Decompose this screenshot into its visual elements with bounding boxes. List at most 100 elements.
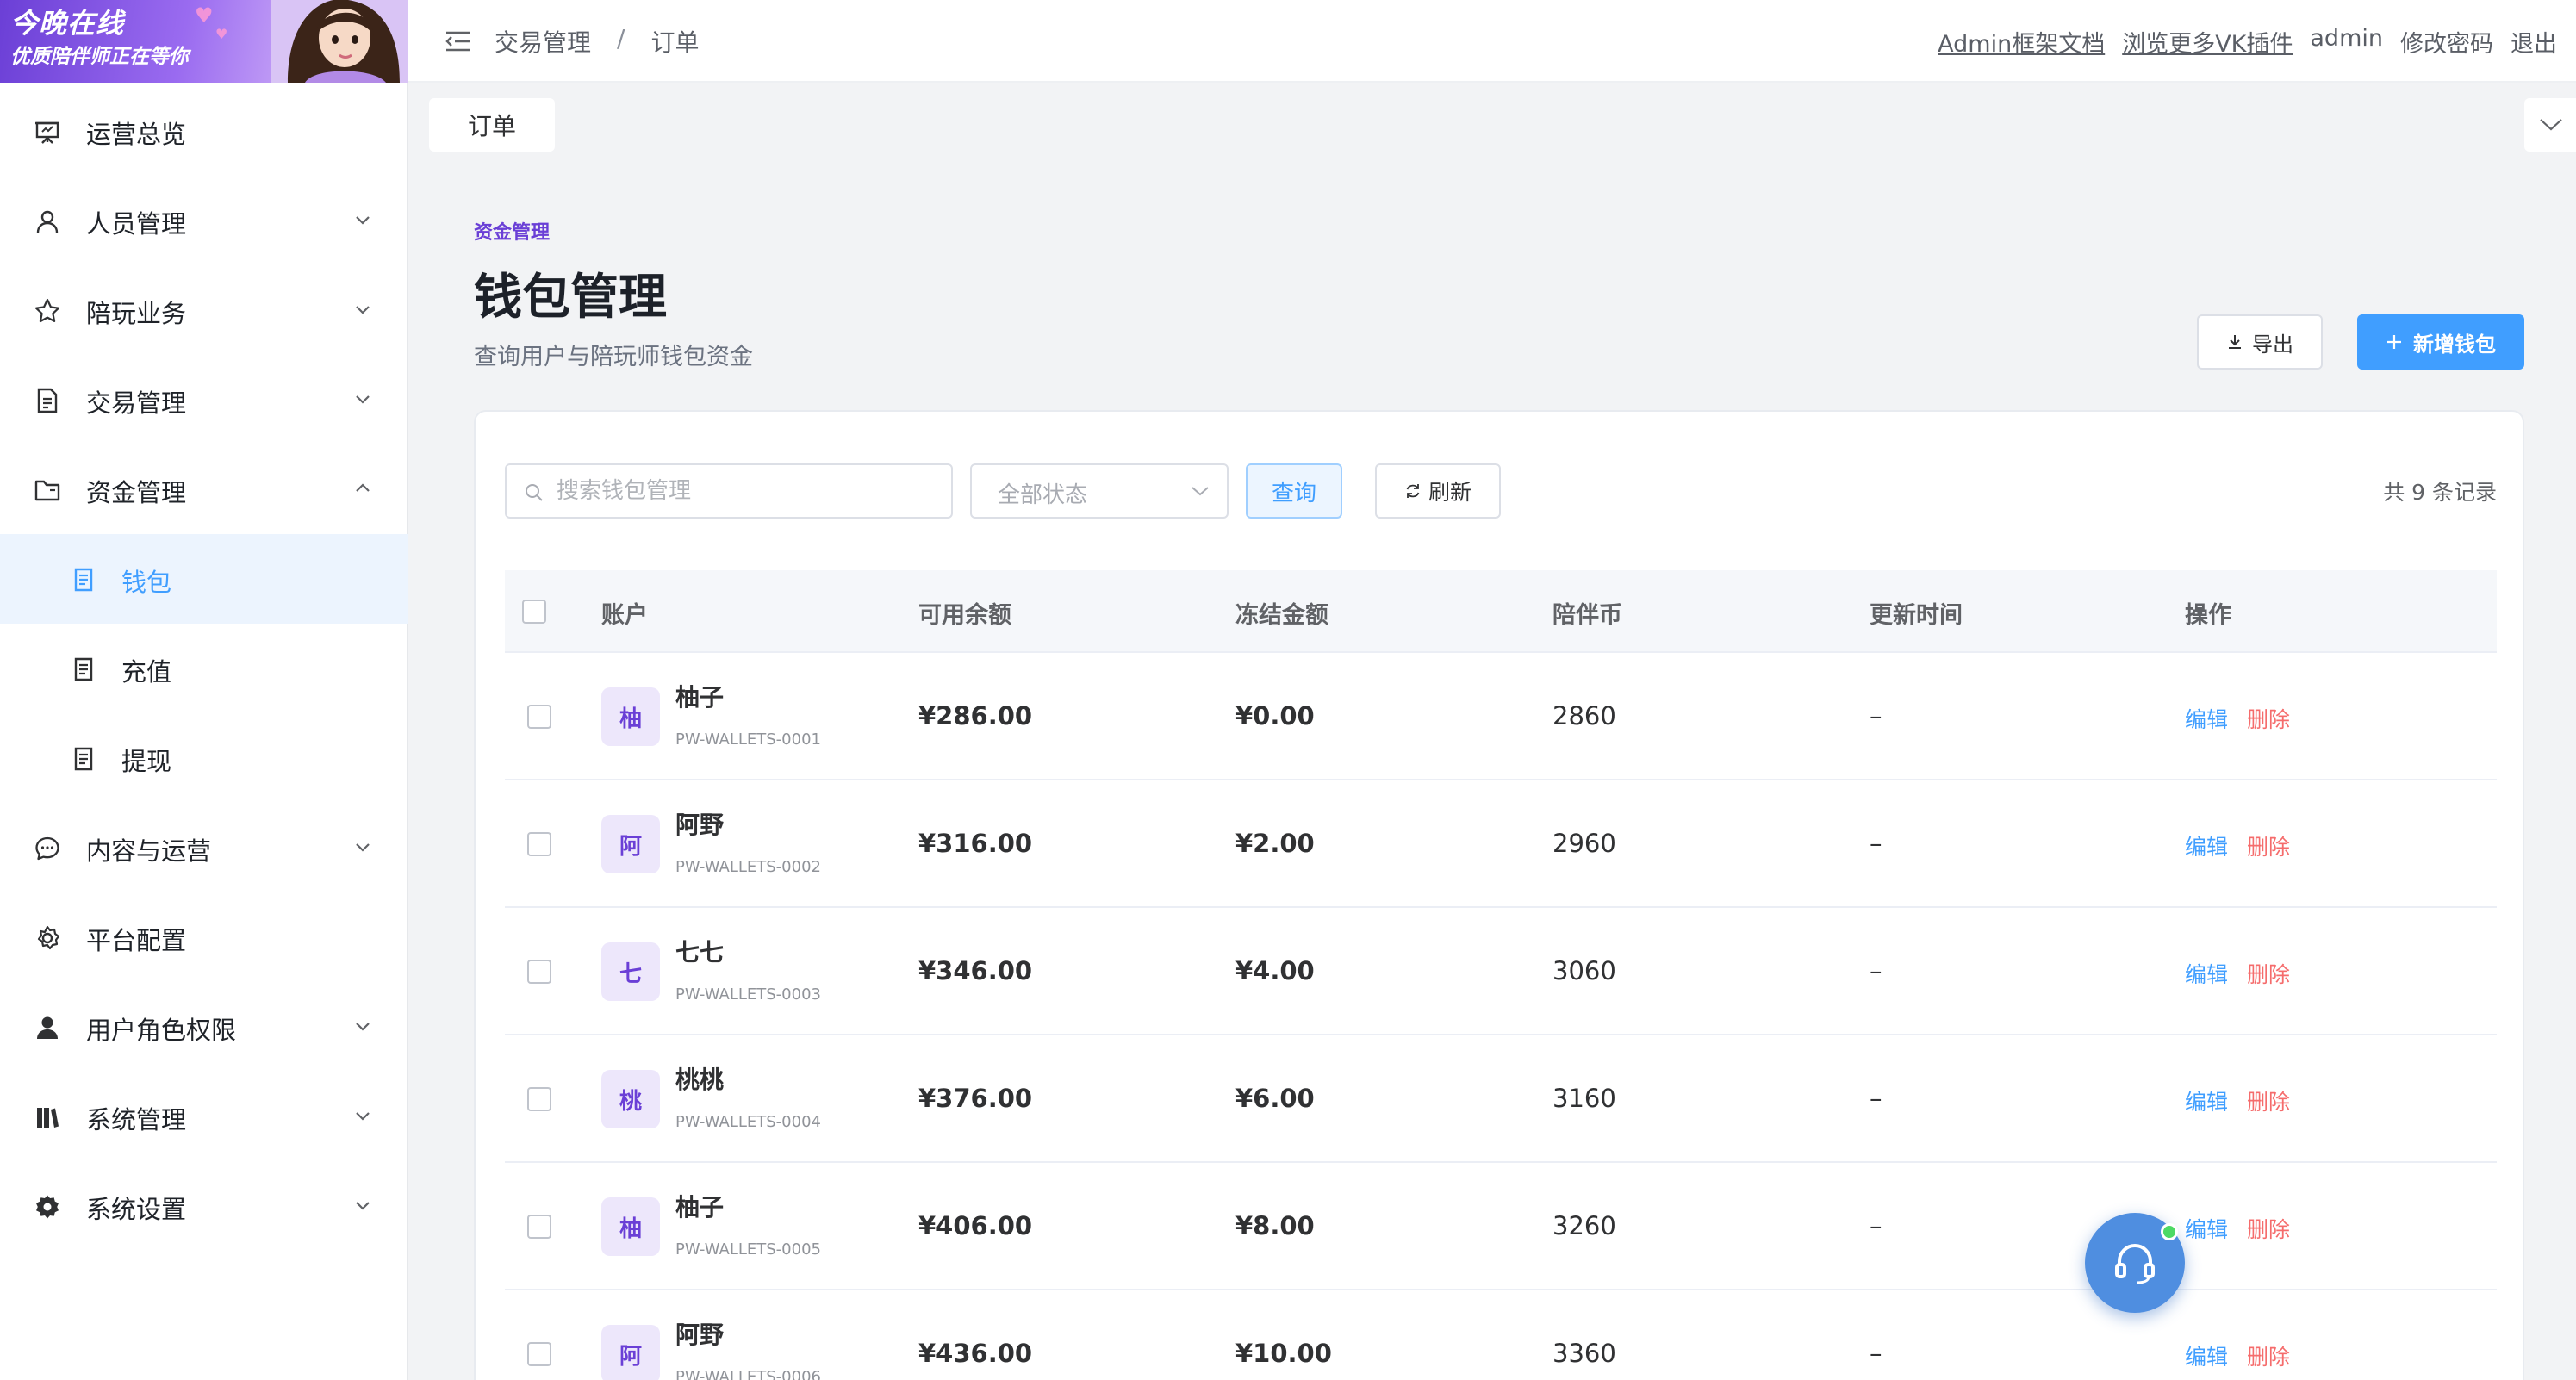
account-code: PW-WALLETS-0003 — [675, 985, 821, 1004]
add-wallet-button-label: 新增钱包 — [2413, 332, 2496, 357]
add-wallet-button[interactable]: 新增钱包 — [2357, 314, 2524, 370]
account-code: PW-WALLETS-0001 — [675, 730, 821, 749]
status-select[interactable]: 全部状态 — [970, 463, 1229, 519]
delete-button[interactable]: 删除 — [2247, 830, 2290, 861]
sidebar-item-staff[interactable]: 人员管理 — [0, 176, 408, 265]
plus-icon — [2387, 335, 2401, 349]
account-name: 柚子 — [675, 683, 725, 712]
sidebar-item-label: 人员管理 — [86, 209, 187, 239]
updated-cell: – — [1870, 1339, 1882, 1368]
export-button[interactable]: 导出 — [2197, 314, 2323, 370]
sidebar-item-trade[interactable]: 交易管理 — [0, 355, 408, 444]
refresh-button[interactable]: 刷新 — [1375, 463, 1501, 519]
wallet-table-card: 全部状态 查询 刷新 共 9 条记录 账户 可用余额 冻结金额 陪伴币 更新时间… — [474, 410, 2524, 1380]
account-name: 柚子 — [675, 1193, 725, 1221]
chevron-down-icon — [1192, 487, 1209, 496]
account-avatar: 阿 — [601, 1325, 660, 1380]
fold-menu-icon[interactable] — [443, 26, 474, 57]
docs-link[interactable]: Admin框架文档 — [1938, 25, 2105, 59]
chat-icon — [35, 836, 59, 861]
delete-button[interactable]: 删除 — [2247, 1085, 2290, 1116]
sidebar-item-label: 系统管理 — [86, 1105, 187, 1134]
row-checkbox[interactable] — [527, 1087, 551, 1111]
sidebar-item-withdraw[interactable]: 提现 — [0, 713, 408, 803]
sidebar-item-label: 充值 — [121, 657, 172, 687]
edit-button[interactable]: 编辑 — [2185, 1085, 2228, 1116]
header-links: Admin框架文档 浏览更多VK插件 admin 修改密码 退出 — [1920, 25, 2557, 59]
search-box[interactable] — [505, 463, 953, 519]
sidebar-item-content-ops[interactable]: 内容与运营 — [0, 803, 408, 892]
balance-cell: ¥376.00 — [918, 1084, 1033, 1113]
edit-button[interactable]: 编辑 — [2185, 958, 2228, 989]
delete-button[interactable]: 删除 — [2247, 1340, 2290, 1371]
query-button[interactable]: 查询 — [1246, 463, 1342, 519]
tab-bar: 订单 — [408, 83, 2576, 169]
file-icon — [74, 657, 93, 681]
status-select-value: 全部状态 — [998, 482, 1088, 508]
row-checkbox[interactable] — [527, 705, 551, 729]
sidebar-item-system-manage[interactable]: 系统管理 — [0, 1072, 408, 1161]
table-header: 账户 可用余额 冻结金额 陪伴币 更新时间 操作 — [505, 570, 2497, 653]
account-avatar: 七 — [601, 942, 660, 1001]
file-icon — [74, 747, 93, 771]
sidebar-item-system-settings[interactable]: 系统设置 — [0, 1161, 408, 1251]
document-icon — [37, 388, 58, 413]
delete-button[interactable]: 删除 — [2247, 1213, 2290, 1244]
gear-icon — [37, 925, 60, 950]
coins-cell: 2960 — [1552, 829, 1616, 858]
username-menu[interactable]: admin — [2310, 25, 2383, 59]
promo-banner[interactable]: ♥ ♥ 今晚在线 优质陪伴师正在等你 — [0, 0, 408, 83]
edit-button[interactable]: 编辑 — [2185, 703, 2228, 734]
heart-icon: ♥ — [215, 26, 228, 42]
change-password-link[interactable]: 修改密码 — [2400, 25, 2493, 59]
delete-button[interactable]: 删除 — [2247, 958, 2290, 989]
sidebar-item-user-roles[interactable]: 用户角色权限 — [0, 982, 408, 1072]
table-row: 阿阿野 PW-WALLETS-0002 ¥316.00 ¥2.00 2960 – 编辑 删除 — [505, 780, 2497, 908]
column-header-frozen[interactable]: 冻结金额 — [1235, 596, 1328, 630]
column-header-coins[interactable]: 陪伴币 — [1552, 596, 1622, 630]
sidebar-item-label: 提现 — [121, 747, 172, 776]
account-code: PW-WALLETS-0006 — [675, 1368, 821, 1380]
row-checkbox[interactable] — [527, 1215, 551, 1239]
sidebar-item-platform-config[interactable]: 平台配置 — [0, 892, 408, 982]
updated-cell: – — [1870, 829, 1882, 858]
frozen-cell: ¥0.00 — [1235, 701, 1315, 730]
edit-button[interactable]: 编辑 — [2185, 1213, 2228, 1244]
search-input[interactable] — [557, 474, 936, 508]
balance-cell: ¥436.00 — [918, 1339, 1033, 1368]
sidebar-item-funds[interactable]: 资金管理 — [0, 444, 408, 534]
select-all-checkbox[interactable] — [522, 600, 546, 624]
tab-order[interactable]: 订单 — [429, 98, 555, 152]
sidebar-item-overview[interactable]: 运营总览 — [0, 86, 408, 176]
plugins-link[interactable]: 浏览更多VK插件 — [2122, 25, 2293, 59]
updated-cell: – — [1870, 956, 1882, 985]
account-avatar: 阿 — [601, 815, 660, 873]
tabs-dropdown[interactable] — [2524, 98, 2576, 152]
chevron-down-icon — [356, 216, 370, 225]
edit-button[interactable]: 编辑 — [2185, 1340, 2228, 1371]
edit-button[interactable]: 编辑 — [2185, 830, 2228, 861]
sidebar-item-recharge[interactable]: 充值 — [0, 624, 408, 713]
sidebar-item-wallet[interactable]: 钱包 — [0, 534, 408, 624]
logout-link[interactable]: 退出 — [2511, 25, 2557, 59]
top-header: 交易管理 / 订单 Admin框架文档 浏览更多VK插件 admin 修改密码 … — [408, 0, 2576, 83]
column-header-actions: 操作 — [2185, 602, 2231, 629]
frozen-cell: ¥6.00 — [1235, 1084, 1315, 1113]
folder-icon — [34, 480, 60, 501]
account-name: 阿野 — [675, 1321, 725, 1349]
sidebar-item-companion-business[interactable]: 陪玩业务 — [0, 265, 408, 355]
row-checkbox[interactable] — [527, 1342, 551, 1366]
record-count: 共 9 条记录 — [2383, 480, 2497, 505]
books-icon — [37, 1108, 59, 1128]
delete-button[interactable]: 删除 — [2247, 703, 2290, 734]
sidebar-item-label: 运营总览 — [86, 120, 187, 149]
row-checkbox[interactable] — [527, 832, 551, 856]
column-header-updated[interactable]: 更新时间 — [1870, 596, 1963, 630]
account-code: PW-WALLETS-0002 — [675, 858, 821, 876]
column-header-balance[interactable]: 可用余额 — [918, 596, 1011, 630]
banner-subtitle: 优质陪伴师正在等你 — [10, 46, 189, 68]
breadcrumb-item[interactable]: 交易管理 — [495, 24, 591, 59]
frozen-cell: ¥2.00 — [1235, 829, 1315, 858]
customer-support-button[interactable] — [2085, 1213, 2185, 1313]
row-checkbox[interactable] — [527, 960, 551, 984]
